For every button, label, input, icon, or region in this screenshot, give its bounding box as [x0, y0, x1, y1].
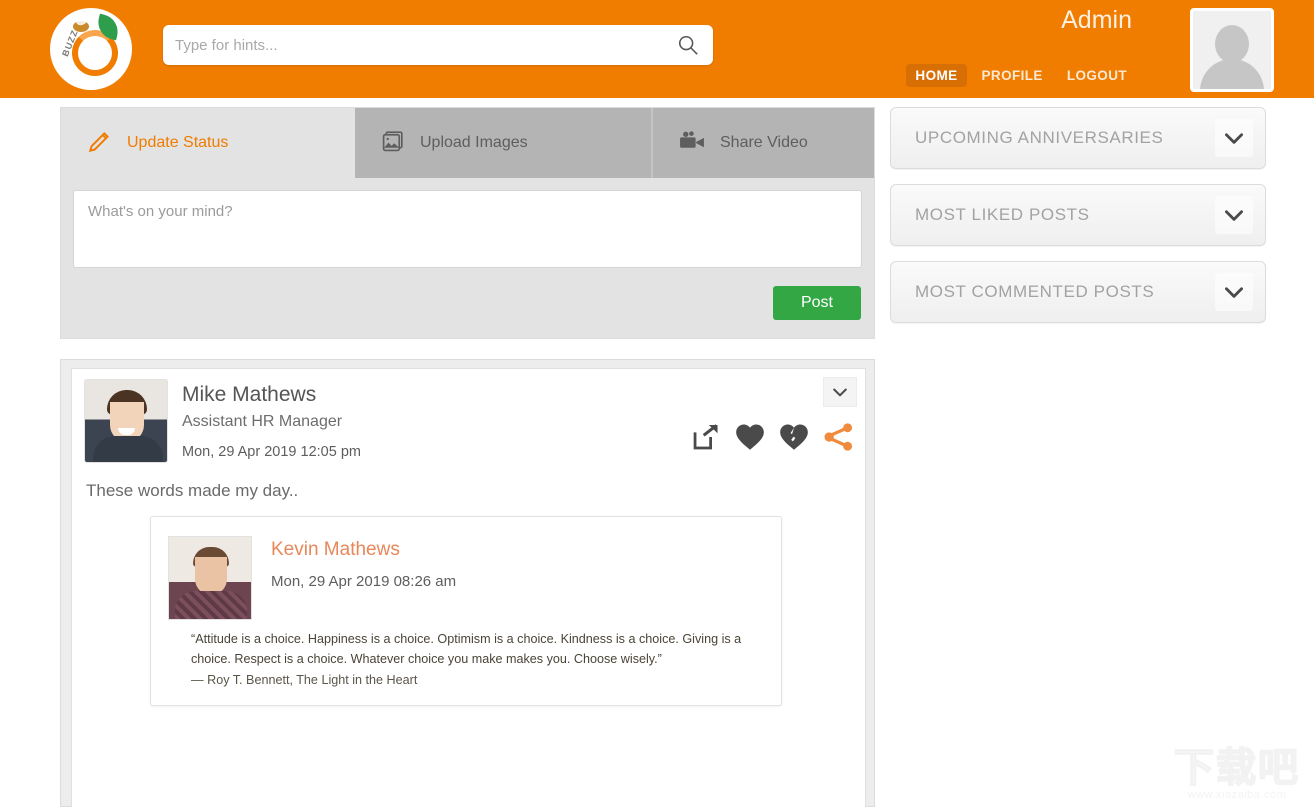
nav-item-home[interactable]: HOME [906, 64, 967, 87]
tab-label-update-status: Update Status [127, 134, 229, 151]
tab-update-status[interactable]: Update Status [61, 108, 355, 178]
shared-author-name[interactable]: Kevin Mathews [271, 539, 400, 561]
quote-attribution: — Roy T. Bennett, The Light in the Heart [191, 673, 418, 687]
nav-item-logout[interactable]: LOGOUT [1058, 64, 1136, 87]
post-button[interactable]: Post [773, 286, 861, 320]
search-icon[interactable] [677, 34, 699, 56]
shared-post-quote: “Attitude is a choice. Happiness is a ch… [191, 629, 775, 690]
composer-tabs: Update Status Upload Images Share Video [61, 108, 874, 178]
app-logo[interactable]: BUZZ [50, 8, 132, 90]
sidebar-panel-most-liked-posts[interactable]: MOST LIKED POSTS [890, 184, 1266, 246]
main-nav: HOME PROFILE LOGOUT [906, 64, 1136, 87]
post-author-name[interactable]: Mike Mathews [182, 383, 316, 407]
tab-upload-images[interactable]: Upload Images [355, 108, 651, 178]
external-share-icon[interactable] [691, 422, 721, 457]
avatar-face [195, 557, 227, 595]
right-sidebar: UPCOMING ANNIVERSARIES MOST LIKED POSTS … [890, 107, 1266, 338]
post-menu-button[interactable] [823, 377, 857, 407]
chevron-down-icon[interactable] [1215, 119, 1253, 157]
share-icon[interactable] [823, 421, 855, 458]
logo-graphic: BUZZ [50, 8, 132, 90]
shared-author-avatar[interactable] [168, 536, 252, 620]
chevron-down-icon[interactable] [1215, 273, 1253, 311]
broken-heart-icon[interactable] [779, 423, 809, 456]
site-watermark: 下载吧 www.xiazaiba.com [1173, 745, 1300, 801]
post-timestamp: Mon, 29 Apr 2019 12:05 pm [182, 444, 361, 460]
avatar-torso [93, 436, 163, 462]
post-body-text: These words made my day.. [86, 481, 299, 500]
image-icon [381, 128, 406, 158]
shared-post-timestamp: Mon, 29 Apr 2019 08:26 am [271, 573, 457, 590]
tab-label-upload-images: Upload Images [420, 134, 528, 151]
search-bar[interactable] [163, 25, 713, 65]
feed-post: Mike Mathews Assistant HR Manager Mon, 2… [60, 359, 875, 807]
top-header-bar: BUZZ Admin HOME PROFILE LOGOUT [0, 0, 1314, 98]
watermark-url: www.xiazaiba.com [1187, 789, 1287, 801]
status-textarea-wrapper[interactable] [73, 190, 862, 268]
tab-label-share-video: Share Video [720, 134, 808, 151]
search-input[interactable] [163, 25, 668, 65]
status-composer-panel: Update Status Upload Images Share Video … [60, 107, 875, 339]
post-author-avatar[interactable] [84, 379, 168, 463]
post-author-role: Assistant HR Manager [182, 413, 343, 430]
tab-share-video[interactable]: Share Video [651, 108, 874, 178]
shared-post-card[interactable]: Kevin Mathews Mon, 29 Apr 2019 08:26 am … [150, 516, 782, 706]
post-action-bar [691, 421, 855, 458]
sidebar-panel-most-commented-posts[interactable]: MOST COMMENTED POSTS [890, 261, 1266, 323]
header-avatar[interactable] [1190, 8, 1274, 92]
status-input[interactable] [74, 191, 861, 267]
pencil-icon [87, 128, 113, 159]
panel-title: MOST LIKED POSTS [915, 205, 1090, 224]
page-body: Update Status Upload Images Share Video … [0, 98, 1314, 807]
admin-username: Admin [1061, 6, 1132, 34]
quote-line-2: Respect is a choice. Whatever choice you… [234, 652, 662, 666]
panel-title: MOST COMMENTED POSTS [915, 282, 1155, 301]
video-camera-icon [679, 130, 706, 156]
heart-icon[interactable] [735, 423, 765, 456]
avatar-head-icon [1215, 25, 1249, 63]
watermark-text: 下载吧 [1173, 745, 1300, 791]
avatar-body-icon [1200, 59, 1264, 89]
sidebar-panel-upcoming-anniversaries[interactable]: UPCOMING ANNIVERSARIES [890, 107, 1266, 169]
avatar-torso [175, 591, 247, 619]
post-content-card: Mike Mathews Assistant HR Manager Mon, 2… [71, 368, 866, 807]
chevron-down-icon[interactable] [1215, 196, 1253, 234]
panel-title: UPCOMING ANNIVERSARIES [915, 128, 1164, 147]
nav-item-profile[interactable]: PROFILE [973, 64, 1052, 87]
